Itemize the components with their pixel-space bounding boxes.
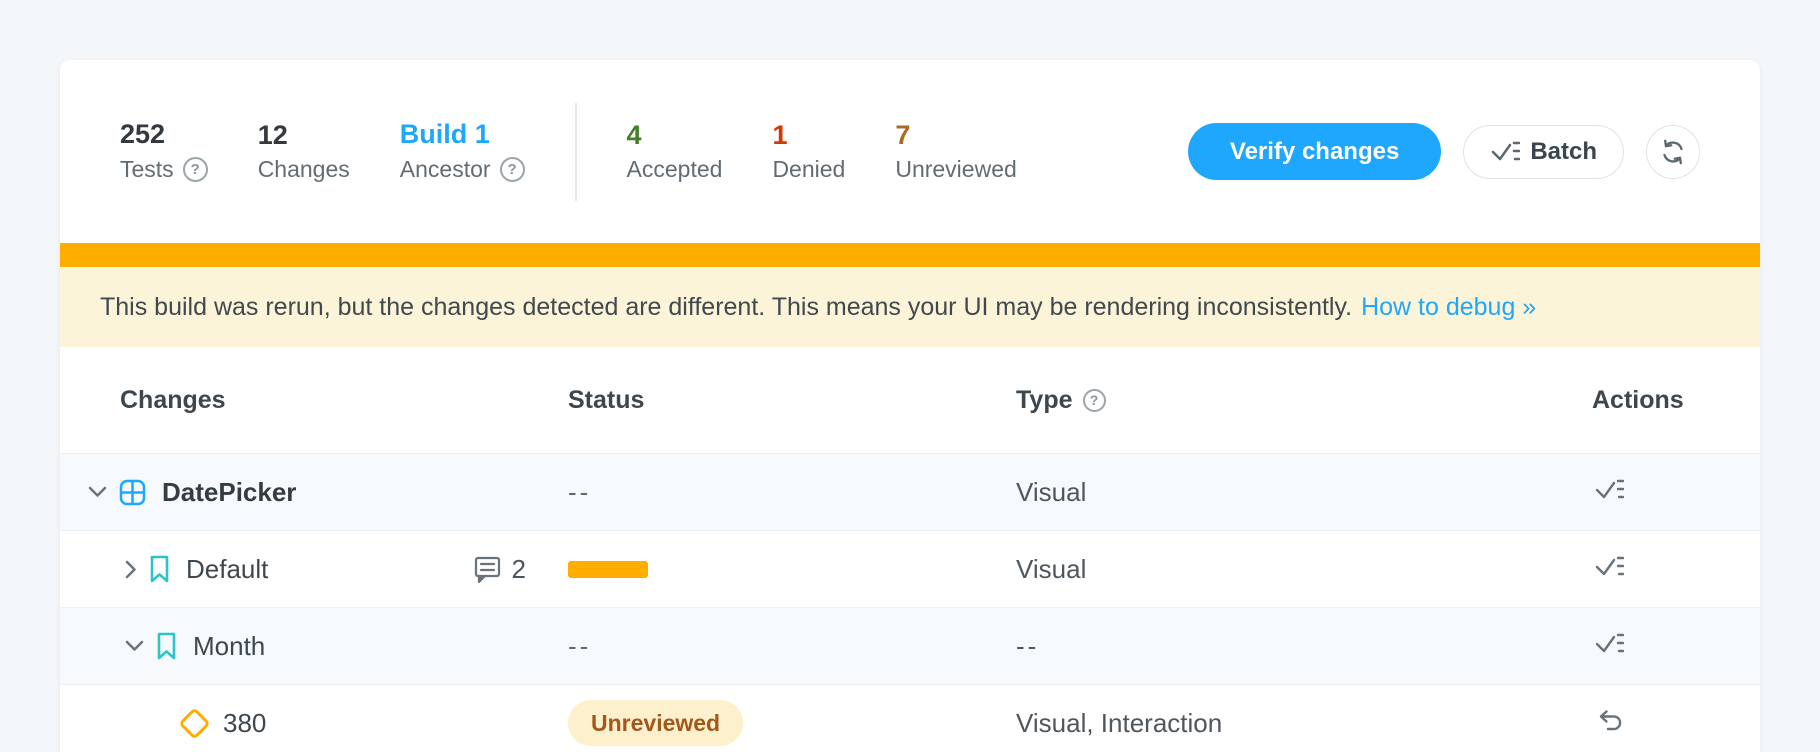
row-name: DatePicker xyxy=(162,477,296,508)
batch-accept-icon xyxy=(1490,139,1520,165)
sync-icon xyxy=(1659,138,1687,166)
changes-table-header: Changes Status Type ? Actions xyxy=(60,347,1760,453)
bookmark-icon xyxy=(149,555,170,584)
unreviewed-count: 7 xyxy=(895,122,1016,149)
status-empty: -- xyxy=(568,631,1016,662)
row-type: Visual xyxy=(1016,554,1592,585)
changes-count: 12 xyxy=(258,122,350,149)
build-header: 252 Tests ? 12 Changes Build 1 Ancestor … xyxy=(60,60,1760,243)
tests-count: 252 xyxy=(120,121,208,148)
status-badge: Unreviewed xyxy=(568,700,743,746)
stat-unreviewed: 7 Unreviewed xyxy=(895,122,1016,181)
help-icon[interactable]: ? xyxy=(1083,389,1106,412)
undo-icon[interactable] xyxy=(1594,707,1623,735)
batch-accept-icon[interactable] xyxy=(1594,631,1624,657)
status-empty: -- xyxy=(568,477,1016,508)
ancestor-label: Ancestor xyxy=(400,158,491,181)
batch-accept-icon[interactable] xyxy=(1594,554,1624,580)
table-row-default[interactable]: Default 2 Visual xyxy=(60,530,1760,607)
chevron-down-icon[interactable] xyxy=(125,640,144,652)
row-name: Default xyxy=(186,554,268,585)
stat-tests: 252 Tests ? xyxy=(120,121,208,182)
verify-changes-button[interactable]: Verify changes xyxy=(1188,123,1441,180)
status-progress-bar xyxy=(568,561,648,578)
tests-label: Tests xyxy=(120,158,174,181)
stat-denied: 1 Denied xyxy=(772,122,845,181)
banner-text: This build was rerun, but the changes de… xyxy=(100,293,1352,322)
chevron-down-icon[interactable] xyxy=(88,486,107,498)
table-row-380[interactable]: 380 Unreviewed Visual, Interaction xyxy=(60,684,1760,752)
column-header-type: Type ? xyxy=(1016,386,1592,415)
build-summary-card: 252 Tests ? 12 Changes Build 1 Ancestor … xyxy=(60,60,1760,752)
stat-accepted: 4 Accepted xyxy=(627,122,723,181)
row-type: Visual, Interaction xyxy=(1016,708,1592,739)
component-icon xyxy=(119,479,146,506)
column-header-changes: Changes xyxy=(88,386,568,415)
table-row-month[interactable]: Month -- -- xyxy=(60,607,1760,684)
row-type: -- xyxy=(1016,631,1592,662)
help-icon[interactable]: ? xyxy=(500,157,525,182)
stat-changes: 12 Changes xyxy=(258,122,350,181)
stat-ancestor: Build 1 Ancestor ? xyxy=(400,121,525,182)
accepted-label: Accepted xyxy=(627,158,723,181)
how-to-debug-link[interactable]: How to debug » xyxy=(1361,293,1536,322)
rerun-build-button[interactable] xyxy=(1646,125,1700,179)
stats-divider xyxy=(575,103,577,201)
accepted-count: 4 xyxy=(627,122,723,149)
rerun-warning-banner: This build was rerun, but the changes de… xyxy=(60,267,1760,347)
row-name: Month xyxy=(193,631,265,662)
batch-accept-icon[interactable] xyxy=(1594,477,1624,503)
table-row-datepicker[interactable]: DatePicker -- Visual xyxy=(60,453,1760,530)
row-name: 380 xyxy=(223,708,266,739)
ancestor-build-link[interactable]: Build 1 xyxy=(400,121,525,148)
header-actions: Verify changes Batch xyxy=(1188,123,1700,180)
change-diamond-icon xyxy=(177,706,211,740)
comment-count: 2 xyxy=(512,554,526,585)
column-header-actions: Actions xyxy=(1592,386,1760,415)
denied-count: 1 xyxy=(772,122,845,149)
help-icon[interactable]: ? xyxy=(183,157,208,182)
row-type: Visual xyxy=(1016,477,1592,508)
column-header-status: Status xyxy=(568,386,1016,415)
build-progress-strip xyxy=(60,243,1760,267)
chevron-right-icon[interactable] xyxy=(125,560,137,579)
batch-button[interactable]: Batch xyxy=(1463,125,1624,179)
changes-label: Changes xyxy=(258,158,350,181)
bookmark-icon xyxy=(156,632,177,661)
comments-indicator[interactable]: 2 xyxy=(474,554,526,585)
comment-icon xyxy=(474,555,501,583)
unreviewed-label: Unreviewed xyxy=(895,158,1016,181)
build-stats: 252 Tests ? 12 Changes Build 1 Ancestor … xyxy=(120,103,1017,201)
denied-label: Denied xyxy=(772,158,845,181)
